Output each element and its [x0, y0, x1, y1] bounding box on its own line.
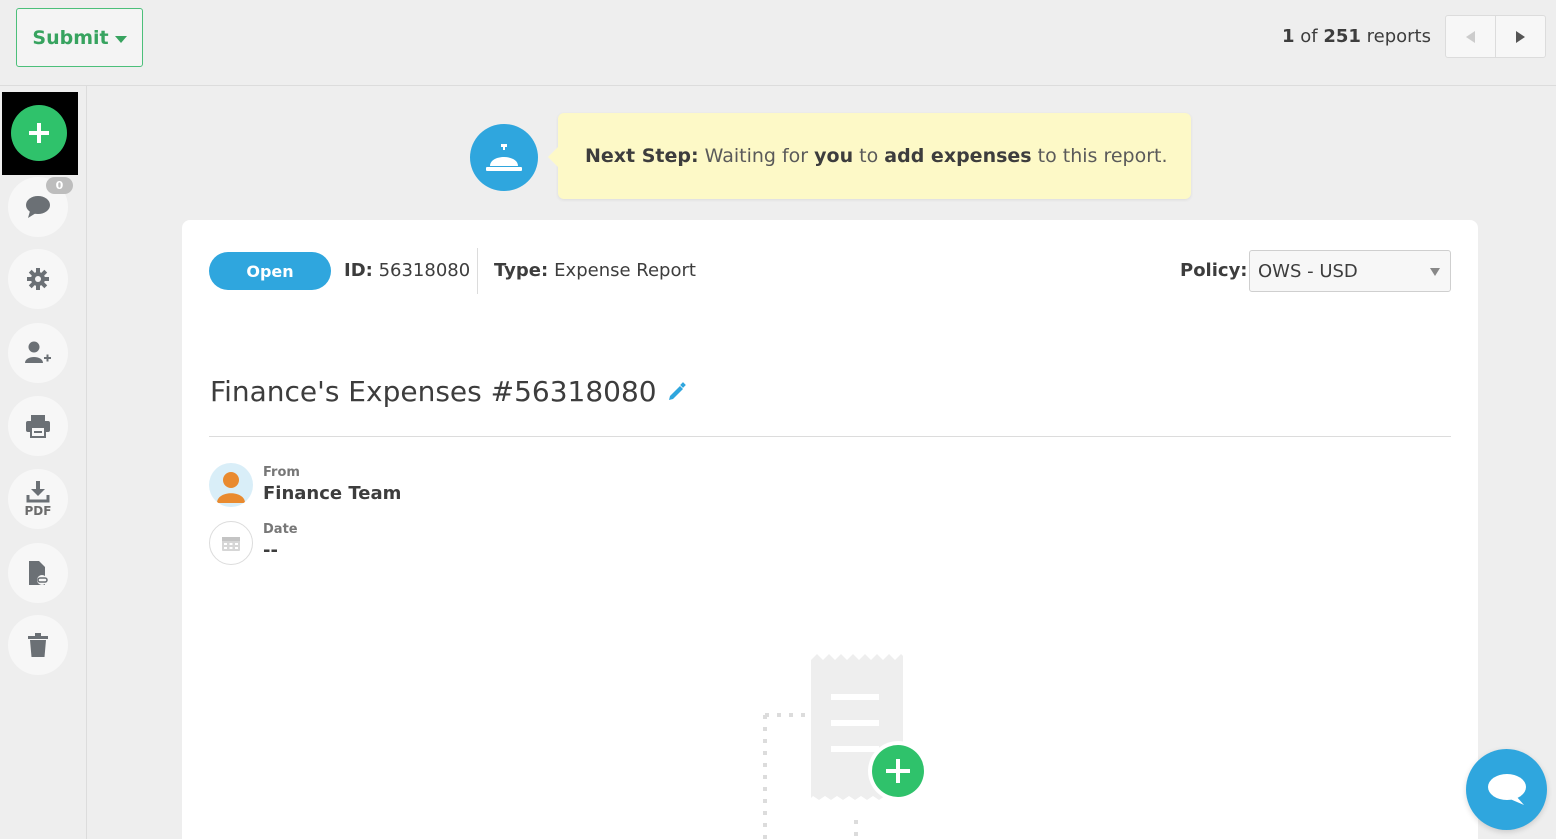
next-step-prefix: Next Step: — [585, 145, 699, 167]
status-badge: Open — [209, 252, 331, 290]
policy-select-value: OWS - USD — [1258, 260, 1358, 282]
dropdown-arrow-icon — [1430, 268, 1440, 276]
report-id-value: 56318080 — [378, 260, 471, 281]
report-id-label: ID: — [344, 260, 373, 281]
add-user-icon — [25, 341, 51, 363]
submit-button[interactable]: Submit — [16, 8, 143, 67]
report-count-total: 251 — [1323, 26, 1361, 47]
chat-button[interactable] — [1466, 749, 1547, 830]
report-card: Open ID: 56318080 Type: Expense Report Po… — [182, 220, 1478, 839]
share-button[interactable] — [8, 323, 68, 383]
report-type-value: Expense Report — [554, 260, 696, 281]
print-icon — [26, 415, 50, 438]
download-pdf-button[interactable]: PDF — [8, 469, 68, 529]
date-picker-button[interactable] — [209, 521, 253, 565]
next-step-text-2: to — [853, 145, 885, 167]
report-type: Type: Expense Report — [494, 260, 696, 281]
bell-icon — [486, 143, 522, 171]
next-step-text-1: Waiting for — [698, 145, 815, 167]
title-divider — [209, 436, 1451, 437]
avatar — [209, 463, 253, 507]
attach-document-button[interactable] — [8, 543, 68, 603]
date-value: -- — [263, 540, 278, 561]
previous-report-button[interactable] — [1446, 16, 1495, 57]
trash-icon — [28, 633, 48, 657]
report-count-current: 1 — [1282, 26, 1295, 47]
arrow-left-icon — [1466, 30, 1475, 43]
comment-icon — [26, 196, 50, 218]
pencil-icon — [668, 381, 686, 400]
from-label: From — [263, 465, 300, 480]
plus-icon — [29, 123, 49, 143]
next-report-button[interactable] — [1495, 16, 1545, 57]
edit-title-button[interactable] — [667, 381, 687, 402]
policy-select[interactable]: OWS - USD — [1249, 250, 1451, 292]
add-expense-button[interactable] — [11, 105, 67, 161]
next-step-you: you — [814, 145, 854, 167]
report-pager — [1445, 15, 1546, 58]
delete-button[interactable] — [8, 615, 68, 675]
arrow-right-icon — [1516, 30, 1525, 43]
chat-bubble-icon — [1487, 773, 1526, 805]
next-step-banner: Next Step: Waiting for you to add expens… — [548, 113, 1191, 199]
add-receipt-illustration[interactable] — [760, 650, 930, 839]
top-toolbar: Submit 1 of 251 reports — [0, 0, 1556, 86]
report-type-label: Type: — [494, 260, 549, 281]
gear-icon — [27, 268, 49, 290]
print-button[interactable] — [8, 396, 68, 456]
report-count-of: of — [1294, 26, 1324, 47]
document-attach-icon — [29, 561, 48, 585]
report-counter: 1 of 251 reports — [1282, 26, 1431, 47]
download-icon — [26, 480, 50, 502]
caret-down-icon — [114, 35, 127, 43]
comment-count-badge: 0 — [46, 177, 73, 194]
next-step-text-3: to this report. — [1031, 145, 1168, 167]
next-step-action: add expenses — [884, 145, 1032, 167]
settings-button[interactable] — [8, 249, 68, 309]
report-title-text: Finance's Expenses #56318080 — [210, 375, 657, 408]
pdf-label: PDF — [24, 503, 52, 518]
report-count-suffix: reports — [1360, 26, 1431, 47]
header-divider — [477, 248, 478, 294]
user-avatar-icon — [217, 472, 245, 503]
from-value: Finance Team — [263, 483, 402, 504]
submit-button-label: Submit — [32, 26, 109, 49]
next-step-bell — [470, 124, 538, 191]
report-title: Finance's Expenses #56318080 — [210, 375, 687, 408]
date-label: Date — [263, 522, 298, 537]
policy-label: Policy: — [1180, 260, 1248, 281]
report-id: ID: 56318080 — [344, 260, 470, 281]
calendar-icon — [222, 537, 240, 551]
